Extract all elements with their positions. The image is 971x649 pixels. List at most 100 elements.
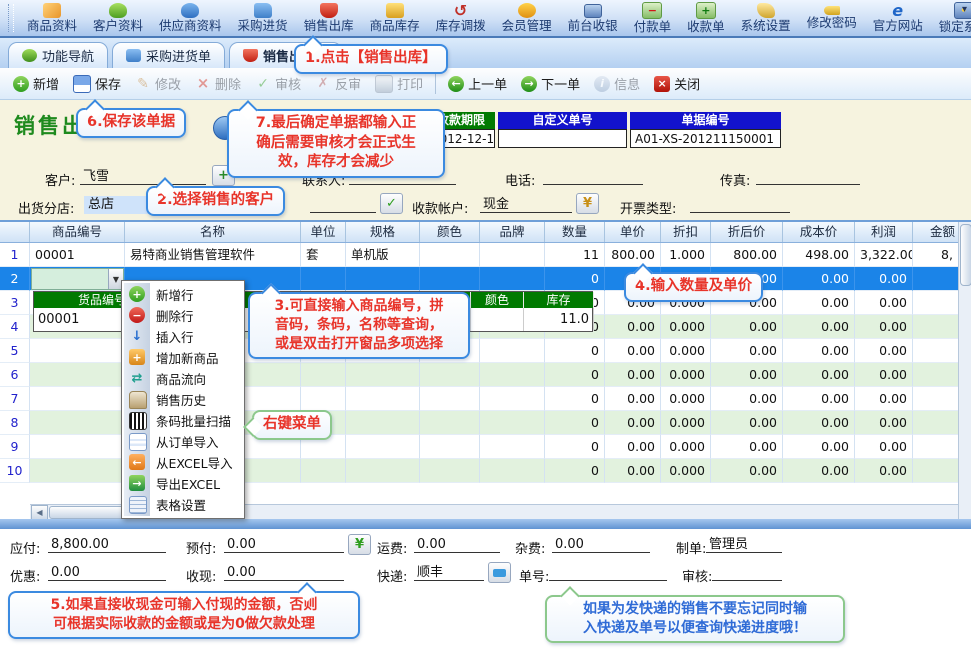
grid-cell[interactable] <box>913 267 958 291</box>
grid-cell[interactable]: 0.000 <box>661 387 711 411</box>
grid-cell[interactable] <box>30 435 125 459</box>
topbar-item-product-info[interactable]: 商品资料 <box>19 0 85 36</box>
express-button[interactable] <box>488 562 511 583</box>
grid-cell[interactable]: 0.00 <box>855 291 913 315</box>
grid-cell[interactable]: 易特商业销售管理软件 <box>125 243 301 267</box>
grid-cell[interactable]: 0.00 <box>783 435 855 459</box>
grid-cell[interactable]: 0.00 <box>855 267 913 291</box>
menu-item-import-excel[interactable]: ←从EXCEL导入 <box>122 452 244 473</box>
next-button[interactable]: →下一单 <box>514 71 587 96</box>
grid-cell[interactable] <box>420 387 480 411</box>
grid-cell[interactable]: 498.00 <box>783 243 855 267</box>
grid-cell[interactable] <box>913 411 958 435</box>
unaudit-button[interactable]: ✗反审 <box>308 71 368 96</box>
topbar-item-payment-bill[interactable]: −付款单 <box>626 0 680 36</box>
menu-item-remove-row[interactable]: −删除行 <box>122 305 244 326</box>
payable-field[interactable]: 8,800.00 <box>48 536 166 553</box>
row-number-cell[interactable]: 4 <box>0 315 30 339</box>
topbar-item-member-mgmt[interactable]: 会员管理 <box>494 0 560 36</box>
tab-nav[interactable]: 功能导航 <box>8 42 108 68</box>
topbar-item-change-password[interactable]: 修改密码 <box>799 0 865 36</box>
grid-cell[interactable]: 0 <box>545 363 605 387</box>
account-field[interactable]: 现金 <box>480 196 572 213</box>
grid-cell[interactable]: 0.00 <box>605 387 661 411</box>
menu-item-import-order[interactable]: 从订单导入 <box>122 431 244 452</box>
grid-cell[interactable] <box>480 339 545 363</box>
menu-item-sales-history[interactable]: 销售历史 <box>122 389 244 410</box>
save-button[interactable]: 保存 <box>66 71 128 96</box>
grid-cell[interactable] <box>913 291 958 315</box>
print-button[interactable]: 打印 <box>368 71 430 96</box>
salesperson-field[interactable] <box>310 196 376 213</box>
grid-cell[interactable]: 3,322.00 <box>855 243 913 267</box>
info-button[interactable]: i信息 <box>587 71 647 96</box>
lookup-stock-cell[interactable]: 11.0 <box>524 308 594 331</box>
row-number-cell[interactable]: 9 <box>0 435 30 459</box>
grid-cell[interactable]: 0.00 <box>783 267 855 291</box>
grid-cell[interactable]: 0 <box>545 435 605 459</box>
grid-cell[interactable]: 0.00 <box>855 459 913 483</box>
grid-cell[interactable]: 0.00 <box>783 459 855 483</box>
grid-cell[interactable]: 0.000 <box>661 363 711 387</box>
row-number-cell[interactable]: 8 <box>0 411 30 435</box>
topbar-item-official-site[interactable]: e官方网站 <box>865 0 931 36</box>
grid-cell[interactable]: 800.00 <box>605 243 661 267</box>
menu-item-table-settings[interactable]: 表格设置 <box>122 494 244 515</box>
grid-cell[interactable]: 0.00 <box>855 387 913 411</box>
grid-cell[interactable] <box>301 363 346 387</box>
grid-cell[interactable]: 0.000 <box>661 339 711 363</box>
grid-cell[interactable]: 0.00 <box>711 363 783 387</box>
grid-cell[interactable]: 0 <box>545 411 605 435</box>
grid-cell[interactable] <box>30 411 125 435</box>
freight-field[interactable]: 0.00 <box>414 536 500 553</box>
grid-cell[interactable]: 0.00 <box>711 339 783 363</box>
grid-cell[interactable]: 0 <box>545 267 605 291</box>
grid-cell[interactable] <box>913 315 958 339</box>
cash-money-button[interactable]: ¥ <box>348 534 371 555</box>
grid-cell[interactable] <box>420 243 480 267</box>
menu-item-insert-row[interactable]: ↓插入行 <box>122 326 244 347</box>
account-picker-button[interactable]: ¥ <box>576 193 599 214</box>
grid-cell[interactable]: 0.000 <box>661 459 711 483</box>
grid-cell[interactable]: 0.00 <box>605 363 661 387</box>
grid-cell[interactable] <box>30 339 125 363</box>
topbar-item-stock-transfer[interactable]: ↺库存调拨 <box>428 0 494 36</box>
edit-button[interactable]: ✎修改 <box>128 71 188 96</box>
grid-cell[interactable]: 0.00 <box>711 459 783 483</box>
row-number-cell[interactable]: 10 <box>0 459 30 483</box>
row-number-cell[interactable]: 7 <box>0 387 30 411</box>
grid-cell[interactable]: 0 <box>545 459 605 483</box>
grid-cell[interactable]: 0.00 <box>783 291 855 315</box>
prepay-field[interactable]: 0.00 <box>224 536 344 553</box>
discount-field[interactable]: 0.00 <box>48 564 166 581</box>
grid-cell[interactable]: 0 <box>545 387 605 411</box>
fax-field[interactable] <box>756 168 860 185</box>
grid-cell[interactable]: 0.00 <box>855 435 913 459</box>
grid-cell[interactable] <box>480 363 545 387</box>
grid-cell[interactable] <box>346 435 420 459</box>
grid-cell[interactable] <box>30 387 125 411</box>
grid-cell[interactable] <box>913 363 958 387</box>
grid-cell[interactable]: 0.00 <box>605 411 661 435</box>
grid-cell[interactable]: 0.00 <box>605 339 661 363</box>
delete-button[interactable]: ×删除 <box>188 71 248 96</box>
menu-item-add-row[interactable]: +新增行 <box>122 284 244 305</box>
menu-item-new-product[interactable]: +增加新商品 <box>122 347 244 368</box>
grid-cell[interactable] <box>913 387 958 411</box>
product-code-editor[interactable]: ▼ <box>31 268 124 290</box>
add-button[interactable]: +新增 <box>6 71 66 96</box>
grid-cell[interactable] <box>346 411 420 435</box>
grid-cell[interactable]: 0.00 <box>855 363 913 387</box>
grid-cell[interactable] <box>420 363 480 387</box>
grid-cell[interactable] <box>913 459 958 483</box>
topbar-item-receipt-bill[interactable]: +收款单 <box>679 0 733 36</box>
grid-cell[interactable]: 0.00 <box>605 435 661 459</box>
grid-cell[interactable] <box>420 267 480 291</box>
grid-cell[interactable] <box>480 267 545 291</box>
scroll-left-arrow-icon[interactable]: ◀ <box>31 505 48 520</box>
row-number-cell[interactable]: 5 <box>0 339 30 363</box>
phone-field[interactable] <box>543 168 643 185</box>
grid-cell[interactable]: 0.000 <box>661 411 711 435</box>
grid-cell[interactable] <box>30 459 125 483</box>
grid-cell[interactable] <box>346 459 420 483</box>
